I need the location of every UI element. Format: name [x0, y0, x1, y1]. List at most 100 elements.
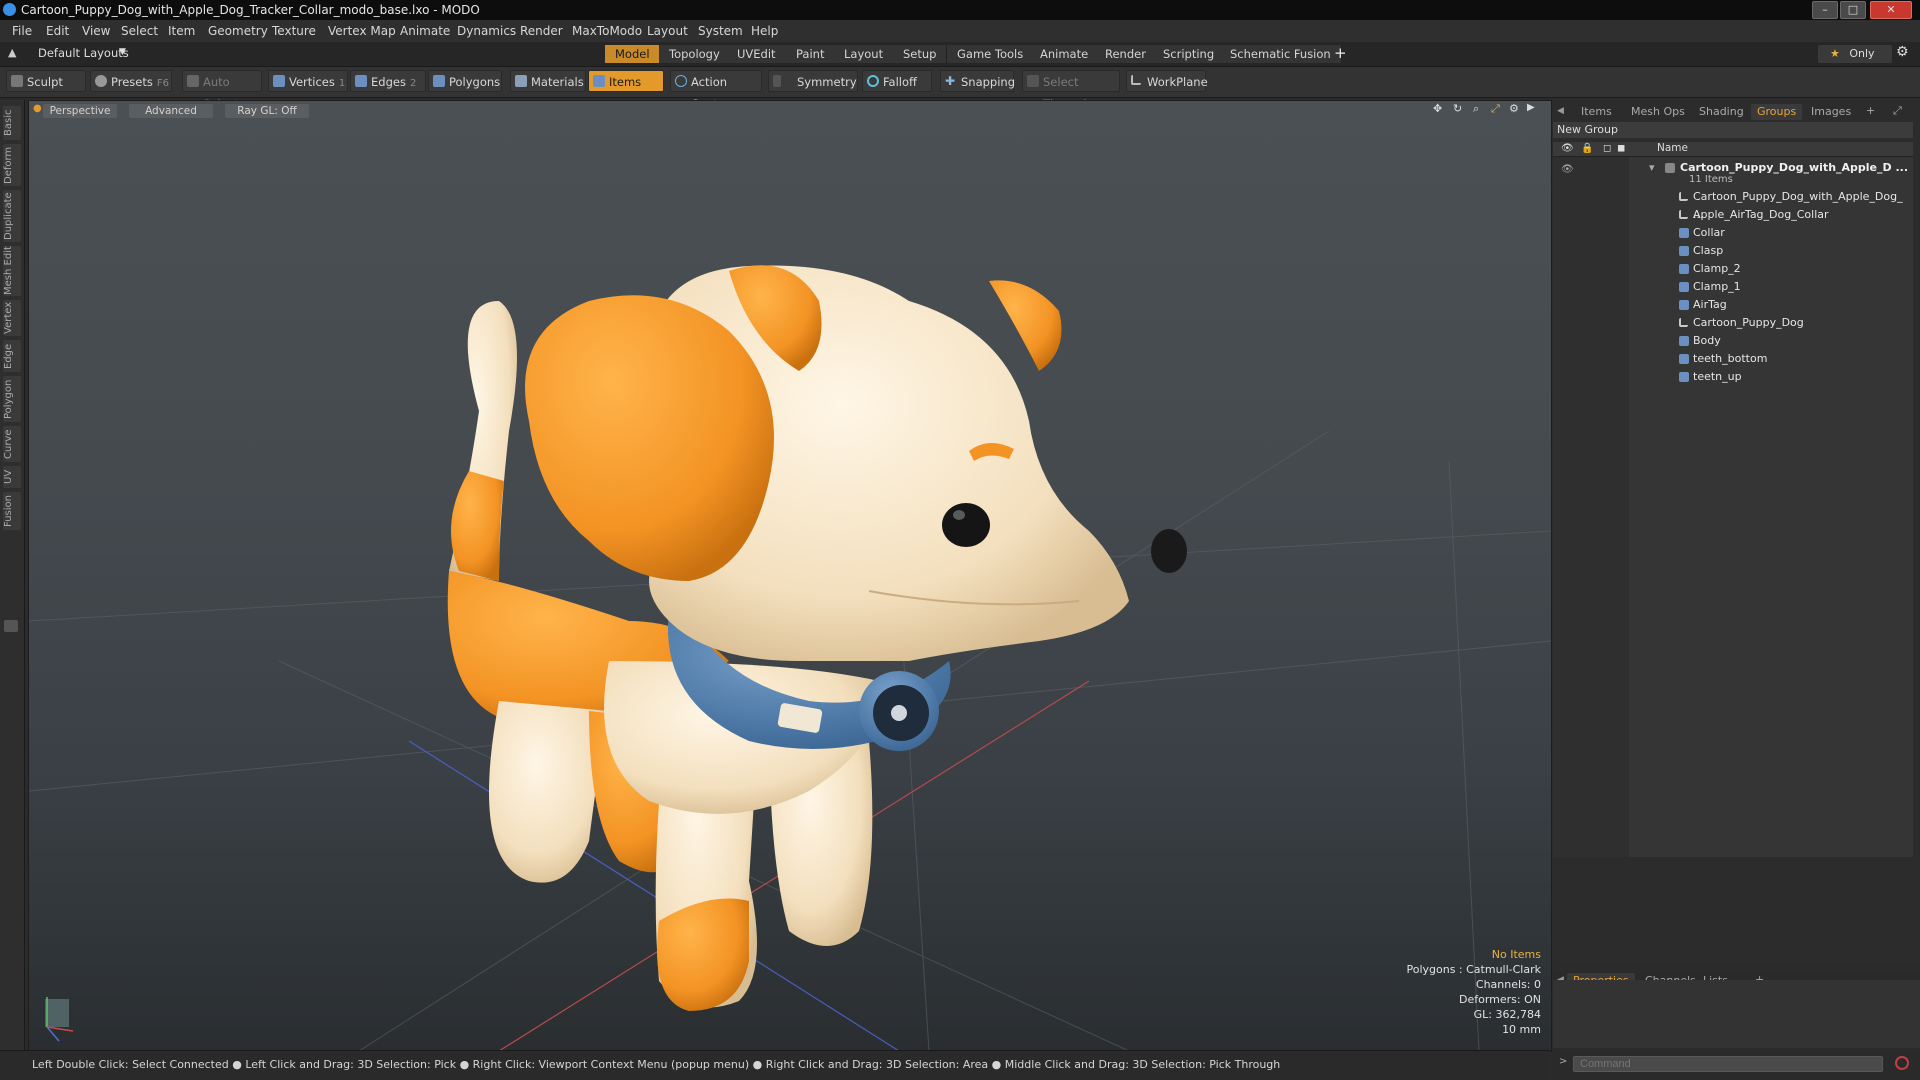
panel-menu-icon[interactable]: ◀	[1557, 106, 1564, 116]
menu-view[interactable]: View	[82, 20, 110, 42]
name-column-header[interactable]: Name	[1657, 142, 1688, 154]
edges-button[interactable]: Edges 2	[350, 70, 426, 92]
move-view-icon[interactable]: ✥	[1433, 102, 1442, 115]
panel-collapse-button[interactable]	[4, 620, 18, 632]
list-item[interactable]: Body	[1553, 332, 1913, 350]
add-tab-button[interactable]: +	[1334, 44, 1347, 62]
snapping-button[interactable]: ✚ Snapping	[940, 70, 1015, 92]
tab-schematic-fusion[interactable]: Schematic Fusion	[1220, 45, 1342, 63]
lefttab-basic[interactable]: Basic	[3, 106, 21, 140]
tab-game-tools[interactable]: Game Tools	[947, 45, 1035, 63]
list-item[interactable]: Collar	[1553, 224, 1913, 242]
group-row[interactable]: 👁 ▾ Cartoon_Puppy_Dog_with_Apple_D ... 1…	[1553, 159, 1913, 187]
tab-paint[interactable]: Paint	[786, 45, 836, 63]
menu-file[interactable]: File	[12, 20, 32, 42]
record-macro-icon[interactable]	[1895, 1056, 1909, 1070]
gear-icon[interactable]: ⚙	[1896, 44, 1909, 60]
viewport-settings-icon[interactable]: ⚙	[1509, 102, 1519, 115]
menu-dynamics[interactable]: Dynamics	[457, 20, 516, 42]
menu-render[interactable]: Render	[520, 20, 563, 42]
lock-column-icon[interactable]: 🔒	[1581, 143, 1593, 154]
lefttab-fusion[interactable]: Fusion	[3, 492, 21, 530]
select-column-icon[interactable]: ◻	[1603, 143, 1611, 154]
list-item[interactable]: Clasp	[1553, 242, 1913, 260]
materials-button[interactable]: Materials	[510, 70, 586, 92]
lefttab-polygon[interactable]: Polygon	[3, 376, 21, 422]
lefttab-deform[interactable]: Deform	[3, 144, 21, 186]
close-button[interactable]: ✕	[1870, 1, 1912, 19]
lefttab-edge[interactable]: Edge	[3, 340, 21, 372]
menu-layout[interactable]: Layout	[647, 20, 688, 42]
tab-mesh-ops[interactable]: Mesh Ops	[1625, 104, 1691, 120]
tab-render[interactable]: Render	[1095, 45, 1157, 63]
lefttab-duplicate[interactable]: Duplicate	[3, 190, 21, 242]
viewport-menu-icon[interactable]: ●	[33, 103, 42, 114]
command-input[interactable]	[1573, 1056, 1883, 1072]
tab-shading[interactable]: Shading	[1693, 104, 1750, 120]
zoom-view-icon[interactable]: ⌕	[1473, 102, 1479, 116]
menu-maxtomodo[interactable]: MaxToModo	[572, 20, 642, 42]
tab-scripting[interactable]: Scripting	[1153, 45, 1226, 63]
tab-layout[interactable]: Layout	[834, 45, 895, 63]
default-layouts-dropdown[interactable]: Default Layouts	[38, 46, 129, 60]
auto-select-button[interactable]: Auto Select	[182, 70, 262, 111]
list-item[interactable]: Cartoon_Puppy_Dog_with_Apple_Dog_ ...	[1553, 188, 1913, 221]
tab-model[interactable]: Model	[605, 45, 661, 63]
view-type-dropdown[interactable]: Perspective	[43, 104, 117, 118]
tab-setup[interactable]: Setup	[893, 45, 948, 63]
viewport-expand-icon[interactable]: ▶	[1527, 102, 1535, 113]
menu-help[interactable]: Help	[751, 20, 778, 42]
menu-edit[interactable]: Edit	[46, 20, 69, 42]
workplane-button[interactable]: WorkPlane	[1126, 70, 1208, 92]
list-item[interactable]: Apple_AirTag_Dog_Collar	[1553, 206, 1913, 224]
list-item[interactable]: teeth_bottom	[1553, 350, 1913, 368]
lefttab-vertex[interactable]: Vertex	[3, 300, 21, 336]
menu-vertex-map[interactable]: Vertex Map	[328, 20, 396, 42]
select-through-button[interactable]: Select Through	[1022, 70, 1120, 111]
layouts-icon[interactable]: ▲	[8, 46, 16, 59]
render-column-icon[interactable]: ◼	[1617, 143, 1625, 154]
list-item[interactable]: Clamp_2	[1553, 260, 1913, 278]
lefttab-uv[interactable]: UV	[3, 466, 21, 488]
group-collapse-icon[interactable]: ▾	[1649, 159, 1655, 177]
sculpt-button[interactable]: Sculpt	[6, 70, 86, 92]
add-panel-tab-button[interactable]: +	[1866, 104, 1875, 117]
menu-animate[interactable]: Animate	[400, 20, 450, 42]
menu-item[interactable]: Item	[168, 20, 195, 42]
menu-texture[interactable]: Texture	[272, 20, 316, 42]
symmetry-button[interactable]: Symmetry	[768, 70, 858, 92]
tab-animate[interactable]: Animate	[1030, 45, 1100, 63]
only-toggle[interactable]: ★ Only	[1818, 45, 1892, 63]
visibility-eye-icon[interactable]: 👁	[1561, 161, 1574, 179]
falloff-button[interactable]: Falloff	[862, 70, 932, 92]
3d-viewport[interactable]: ● Perspective Advanced Ray GL: Off ✥ ↻ ⌕…	[28, 100, 1552, 1052]
list-item[interactable]: Cartoon_Puppy_Dog	[1553, 314, 1913, 332]
list-item[interactable]: teetn_up	[1553, 368, 1913, 386]
expand-panel-icon[interactable]: ⤢	[1893, 104, 1902, 118]
polygons-button[interactable]: Polygons	[428, 70, 502, 92]
tab-groups[interactable]: Groups	[1751, 104, 1803, 120]
tab-items[interactable]: Items	[1575, 104, 1618, 120]
fit-view-icon[interactable]: ⤢	[1491, 102, 1500, 116]
items-button[interactable]: Items	[588, 70, 664, 92]
menu-select[interactable]: Select	[121, 20, 158, 42]
tab-topology[interactable]: Topology	[659, 45, 731, 63]
vertices-button[interactable]: Vertices 1	[268, 70, 348, 92]
lefttab-curve[interactable]: Curve	[3, 426, 21, 462]
minimize-button[interactable]: –	[1812, 1, 1838, 19]
tab-images[interactable]: Images	[1805, 104, 1857, 120]
rotate-view-icon[interactable]: ↻	[1453, 102, 1462, 115]
raygl-toggle[interactable]: Ray GL: Off	[225, 104, 309, 118]
list-item[interactable]: AirTag	[1553, 296, 1913, 314]
new-group-button[interactable]: New Group	[1553, 122, 1913, 138]
action-center-button[interactable]: Action Center	[670, 70, 762, 111]
visibility-column-icon[interactable]: 👁	[1561, 143, 1574, 154]
tab-uvedit[interactable]: UVEdit	[727, 45, 787, 63]
maximize-button[interactable]: □	[1840, 1, 1866, 19]
shading-dropdown[interactable]: Advanced	[129, 104, 213, 118]
list-item[interactable]: Clamp_1	[1553, 278, 1913, 296]
menu-geometry[interactable]: Geometry	[208, 20, 268, 42]
presets-button[interactable]: Presets F6	[90, 70, 172, 92]
menu-system[interactable]: System	[698, 20, 743, 42]
lefttab-mesh-edit[interactable]: Mesh Edit	[3, 246, 21, 296]
